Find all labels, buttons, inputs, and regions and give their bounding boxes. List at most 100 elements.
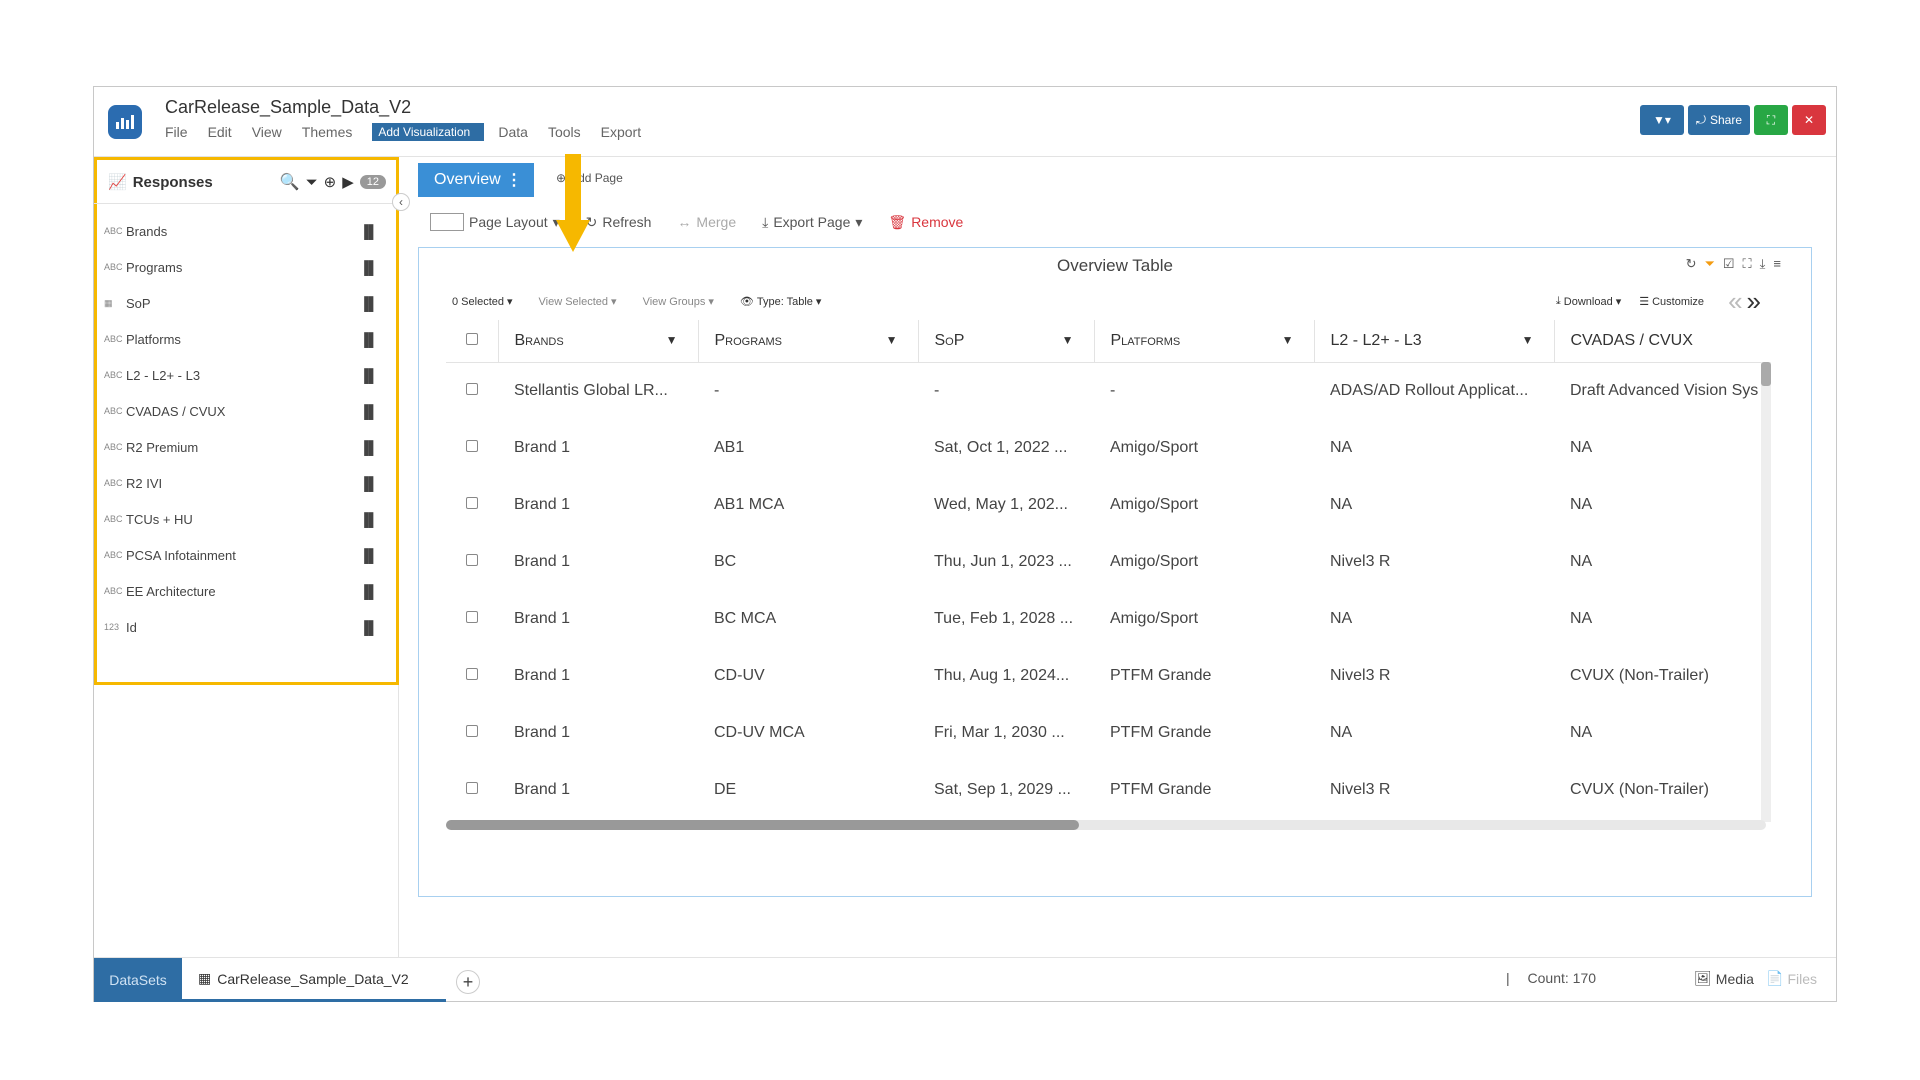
menu-data[interactable]: Data bbox=[498, 124, 528, 140]
table-row[interactable]: Brand 1 CD-UV Thu, Aug 1, 2024... PTFM G… bbox=[446, 647, 1766, 704]
table-row[interactable]: Brand 1 BC MCA Tue, Feb 1, 2028 ... Amig… bbox=[446, 590, 1766, 647]
add-dataset-button[interactable]: + bbox=[456, 970, 480, 994]
caret-down-icon[interactable]: ▼ bbox=[666, 333, 678, 347]
menu-export[interactable]: Export bbox=[601, 124, 641, 140]
remove-button[interactable]: 🗑 Remove bbox=[888, 214, 963, 231]
horizontal-scrollbar-thumb[interactable] bbox=[446, 820, 1079, 830]
bar-chart-icon[interactable]: ▐▌ bbox=[360, 440, 378, 455]
field-item-r2-ivi[interactable]: ABC R2 IVI ▐▌ bbox=[104, 465, 378, 501]
field-item-id[interactable]: 123 Id ▐▌ bbox=[104, 609, 378, 645]
collapse-panel-button[interactable]: ‹ bbox=[392, 193, 410, 211]
merge-button[interactable]: ↔ Merge bbox=[677, 214, 736, 230]
datasets-tab[interactable]: DataSets bbox=[94, 958, 182, 1002]
customize-button[interactable]: ☰ Customize bbox=[1639, 295, 1704, 309]
row-checkbox[interactable] bbox=[446, 533, 498, 590]
refresh-button[interactable]: ↻ Refresh bbox=[586, 214, 652, 231]
column-header-cvadas[interactable]: CVADAS / CVUX bbox=[1554, 320, 1766, 363]
add-circle-icon[interactable]: ⊕ bbox=[324, 173, 337, 191]
table-row[interactable]: Brand 1 DE Sat, Sep 1, 2029 ... PTFM Gra… bbox=[446, 761, 1766, 818]
selected-dropdown[interactable]: 0 Selected ▾ bbox=[452, 295, 513, 309]
checkbox-icon[interactable]: ☑ bbox=[1723, 256, 1735, 272]
files-button[interactable]: 📄 Files bbox=[1766, 970, 1817, 987]
caret-down-icon[interactable]: ▼ bbox=[1522, 333, 1534, 347]
menu-edit[interactable]: Edit bbox=[208, 124, 232, 140]
refresh-icon[interactable]: ↻ bbox=[1686, 256, 1697, 272]
expand-icon[interactable]: ⛶ bbox=[1743, 256, 1752, 272]
table-row[interactable]: Stellantis Global LR... - - - ADAS/AD Ro… bbox=[446, 362, 1766, 419]
media-button[interactable]: 🖼 Media bbox=[1694, 970, 1754, 987]
column-header-brands[interactable]: Brands ▼ bbox=[498, 320, 699, 363]
menu-file[interactable]: File bbox=[165, 124, 188, 140]
field-item-platforms[interactable]: ABC Platforms ▐▌ bbox=[104, 321, 378, 357]
bar-chart-icon[interactable]: ▐▌ bbox=[360, 368, 378, 383]
page-layout-button[interactable]: Page Layout ▾ bbox=[430, 213, 560, 231]
more-vertical-icon[interactable]: ⋮ bbox=[506, 170, 522, 190]
tab-overview[interactable]: Overview ⋮ bbox=[418, 163, 534, 197]
search-icon[interactable]: 🔍 bbox=[280, 172, 300, 192]
column-header-programs[interactable]: Programs ▼ bbox=[698, 320, 919, 363]
row-checkbox[interactable] bbox=[446, 704, 498, 761]
view-selected-dropdown[interactable]: View Selected ▾ bbox=[539, 295, 617, 309]
double-chevron-right-icon[interactable]: » bbox=[1747, 286, 1761, 317]
caret-down-icon[interactable]: ▼ bbox=[1062, 333, 1074, 347]
data-table-container[interactable]: Brands ▼ Programs ▼ SoP ▼ Platforms ▼ L2 - L… bbox=[446, 320, 1766, 824]
row-checkbox[interactable] bbox=[446, 362, 498, 419]
table-row[interactable]: Brand 1 BC Thu, Jun 1, 2023 ... Amigo/Sp… bbox=[446, 533, 1766, 590]
select-all-checkbox[interactable] bbox=[446, 320, 499, 363]
filter-dropdown-button[interactable]: ▼▾ bbox=[1639, 105, 1684, 135]
close-button[interactable]: ✕ bbox=[1792, 105, 1826, 135]
row-checkbox[interactable] bbox=[446, 590, 498, 647]
vertical-scrollbar[interactable] bbox=[1761, 362, 1771, 822]
caret-down-icon[interactable]: ▼ bbox=[886, 333, 898, 347]
bar-chart-icon[interactable]: ▐▌ bbox=[360, 620, 378, 635]
view-groups-dropdown[interactable]: View Groups ▾ bbox=[643, 295, 714, 309]
menu-view[interactable]: View bbox=[252, 124, 282, 140]
filter-icon[interactable]: ⏷ bbox=[1704, 256, 1714, 272]
bar-chart-icon[interactable]: ▐▌ bbox=[360, 512, 378, 527]
double-chevron-left-icon[interactable]: « bbox=[1728, 286, 1742, 317]
menu-tools[interactable]: Tools bbox=[548, 124, 581, 140]
row-checkbox[interactable] bbox=[446, 419, 498, 476]
table-row[interactable]: Brand 1 AB1 MCA Wed, May 1, 202... Amigo… bbox=[446, 476, 1766, 533]
vertical-scrollbar-thumb[interactable] bbox=[1761, 362, 1771, 386]
caret-down-icon[interactable]: ▼ bbox=[1282, 333, 1294, 347]
bar-chart-icon[interactable]: ▐▌ bbox=[360, 476, 378, 491]
type-dropdown[interactable]: 👁 Type: Table ▾ bbox=[740, 295, 822, 309]
column-header-sop[interactable]: SoP ▼ bbox=[918, 320, 1095, 363]
bar-chart-icon[interactable]: ▐▌ bbox=[360, 296, 378, 311]
table-row[interactable]: Brand 1 CD-UV MCA Fri, Mar 1, 2030 ... P… bbox=[446, 704, 1766, 761]
row-checkbox[interactable] bbox=[446, 761, 498, 818]
play-circle-icon[interactable]: ▶ bbox=[342, 173, 354, 191]
menu-themes[interactable]: Themes bbox=[302, 124, 353, 140]
menu-add-visualization[interactable]: Add Visualization bbox=[372, 123, 485, 141]
share-button[interactable]: ⤾ Share bbox=[1687, 105, 1750, 135]
field-item-l2[interactable]: ABC L2 - L2+ - L3 ▐▌ bbox=[104, 357, 378, 393]
bar-chart-icon[interactable]: ▐▌ bbox=[360, 404, 378, 419]
export-page-button[interactable]: ⤓ Export Page ▾ bbox=[762, 214, 862, 231]
column-header-platforms[interactable]: Platforms ▼ bbox=[1094, 320, 1315, 363]
dataset-tab[interactable]: ▦ CarRelease_Sample_Data_V2 bbox=[182, 958, 446, 1002]
bar-chart-icon[interactable]: ▐▌ bbox=[360, 224, 378, 239]
field-item-ee-architecture[interactable]: ABC EE Architecture ▐▌ bbox=[104, 573, 378, 609]
horizontal-scrollbar[interactable] bbox=[446, 820, 1766, 830]
download-icon[interactable]: ⤓ bbox=[1760, 256, 1766, 272]
field-item-sop[interactable]: ▦ SoP ▐▌ bbox=[104, 285, 378, 321]
filter-icon[interactable]: ⏷ bbox=[306, 174, 318, 191]
bar-chart-icon[interactable]: ▐▌ bbox=[360, 260, 378, 275]
field-item-r2-premium[interactable]: ABC R2 Premium ▐▌ bbox=[104, 429, 378, 465]
bar-chart-icon[interactable]: ▐▌ bbox=[360, 548, 378, 563]
table-row[interactable]: Brand 1 AB1 Sat, Oct 1, 2022 ... Amigo/S… bbox=[446, 419, 1766, 476]
field-item-pcsa[interactable]: ABC PCSA Infotainment ▐▌ bbox=[104, 537, 378, 573]
row-checkbox[interactable] bbox=[446, 647, 498, 704]
field-item-cvadas[interactable]: ABC CVADAS / CVUX ▐▌ bbox=[104, 393, 378, 429]
row-checkbox[interactable] bbox=[446, 476, 498, 533]
bar-chart-icon[interactable]: ▐▌ bbox=[360, 332, 378, 347]
fullscreen-button[interactable]: ⛶ bbox=[1754, 105, 1788, 135]
download-dropdown[interactable]: ⤓ Download ▾ bbox=[1556, 295, 1621, 308]
column-header-l2[interactable]: L2 - L2+ - L3 ▼ bbox=[1314, 320, 1555, 363]
field-item-programs[interactable]: ABC Programs ▐▌ bbox=[104, 249, 378, 285]
field-item-brands[interactable]: ABC Brands ▐▌ bbox=[104, 213, 378, 249]
bar-chart-icon[interactable]: ▐▌ bbox=[360, 584, 378, 599]
menu-icon[interactable]: ≡ bbox=[1773, 256, 1781, 272]
field-item-tcus-hu[interactable]: ABC TCUs + HU ▐▌ bbox=[104, 501, 378, 537]
